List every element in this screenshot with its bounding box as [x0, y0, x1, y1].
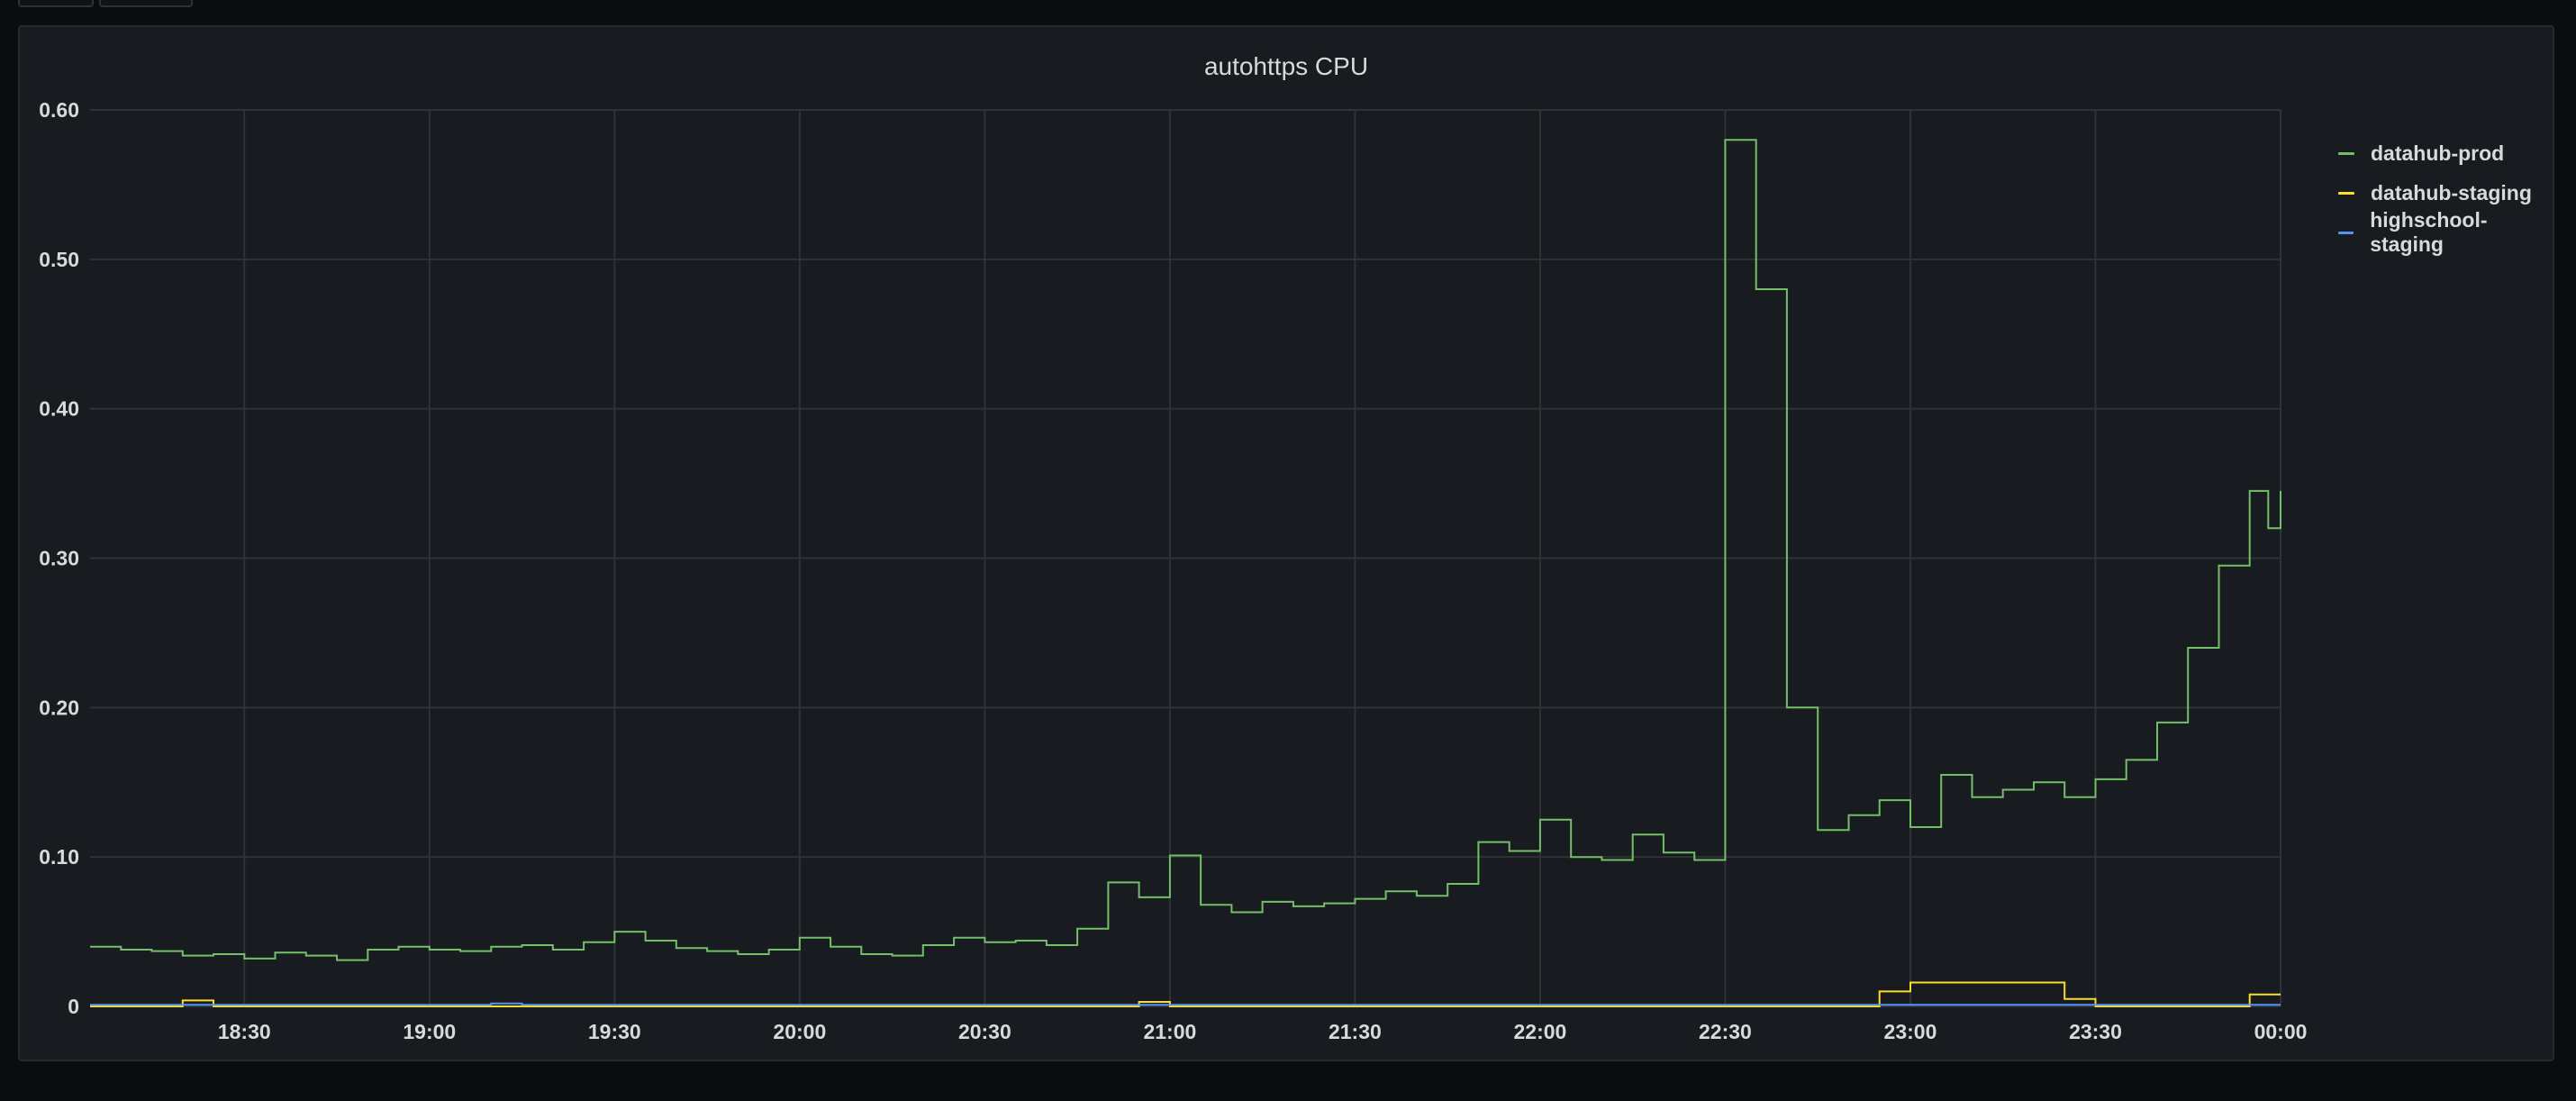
legend-label: datahub-staging	[2371, 180, 2532, 205]
y-tick-label: 0.50	[39, 248, 79, 271]
y-tick-label: 0.30	[39, 547, 79, 570]
y-tick-label: 0	[68, 995, 79, 1018]
y-tick-label: 0.40	[39, 397, 79, 421]
series-line-datahub-prod	[90, 139, 2281, 961]
series-line-highschool-staging	[90, 1002, 2281, 1006]
legend-swatch	[2338, 191, 2354, 195]
y-tick-label: 0.60	[39, 98, 79, 122]
x-tick-label: 21:00	[1143, 1020, 1196, 1043]
y-tick-label: 0.20	[39, 696, 79, 719]
legend-label: datahub-prod	[2371, 141, 2505, 165]
x-tick-label: 18:30	[218, 1020, 271, 1043]
toolbar-button[interactable]	[18, 0, 94, 7]
x-tick-label: 20:30	[958, 1020, 1011, 1043]
x-tick-label: 19:30	[588, 1020, 641, 1043]
legend-label: highschool-staging	[2370, 208, 2488, 256]
x-tick-label: 23:00	[1884, 1020, 1937, 1043]
x-tick-label: 23:30	[2069, 1020, 2122, 1043]
x-tick-label: 00:00	[2254, 1020, 2308, 1043]
x-tick-label: 21:30	[1329, 1020, 1382, 1043]
legend-swatch	[2338, 231, 2354, 234]
legend-item-datahub-prod[interactable]: datahub-prod	[2338, 133, 2553, 173]
toolbar-button[interactable]	[99, 0, 193, 7]
x-tick-label: 22:00	[1514, 1020, 1567, 1043]
series-line-datahub-staging	[90, 981, 2281, 1007]
x-tick-label: 22:30	[1699, 1020, 1752, 1043]
legend-item-datahub-staging[interactable]: datahub-staging	[2338, 173, 2553, 213]
chart-panel: autohttps CPU 0 0.10 0.20 0.30 0.40 0.50 0.60 1…	[18, 25, 2554, 1061]
chart-legend: datahub-prod datahub-staging highschool-st…	[2338, 133, 2553, 256]
legend-item-highschool-staging[interactable]: highschool-staging	[2338, 208, 2553, 256]
x-tick-label: 19:00	[403, 1020, 456, 1043]
legend-swatch	[2338, 151, 2354, 155]
cpu-line-chart: 0 0.10 0.20 0.30 0.40 0.50 0.60 18:30 19:00 19:30…	[39, 98, 2308, 1043]
x-tick-label: 20:00	[773, 1020, 826, 1043]
y-tick-label: 0.10	[39, 845, 79, 869]
